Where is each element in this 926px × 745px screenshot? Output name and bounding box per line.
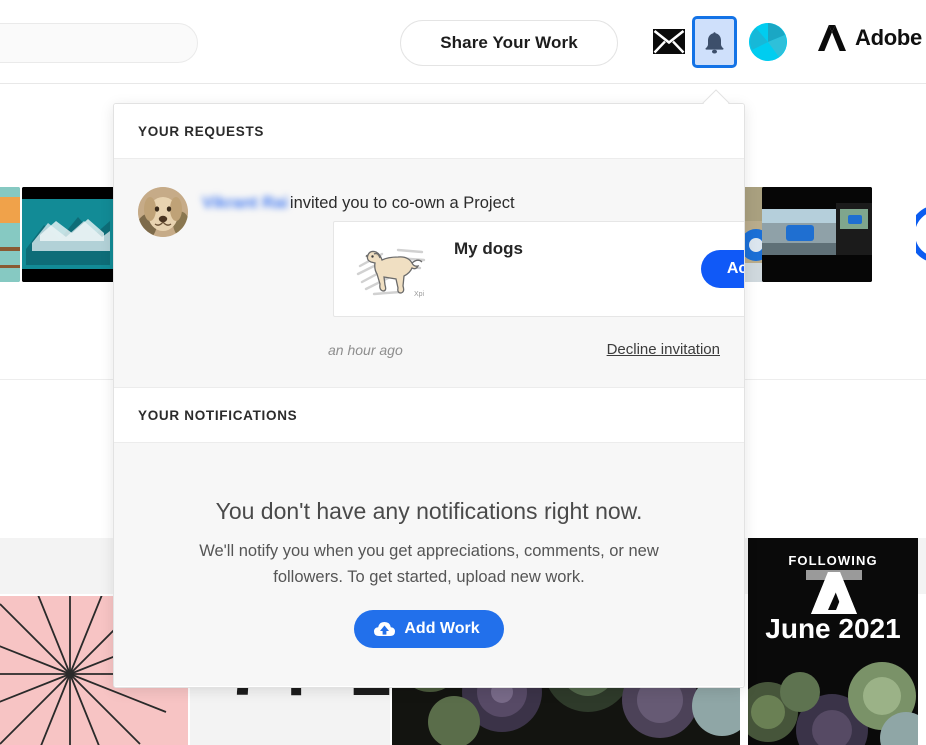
project-thumbnail[interactable] xyxy=(916,187,926,282)
dog-photo-avatar-icon xyxy=(138,187,188,237)
thumbnail-art xyxy=(22,187,114,282)
avatar[interactable] xyxy=(749,23,787,61)
adobe-wordmark: Adobe xyxy=(855,25,922,50)
cloud-upload-icon xyxy=(374,622,396,636)
requests-section-body: Vikrant Rai invited you to co-own a Proje… xyxy=(114,159,744,388)
search-box[interactable] xyxy=(0,23,198,63)
notifications-section-header: YOUR NOTIFICATIONS xyxy=(114,388,744,443)
notifications-panel: YOUR REQUESTS Vikrant Rai invited you to… xyxy=(113,103,745,688)
project-invite-card[interactable]: Xpi My dogs Accept xyxy=(333,221,744,317)
requests-section-header: YOUR REQUESTS xyxy=(114,104,744,159)
avatar-art xyxy=(749,23,787,61)
add-work-button[interactable]: Add Work xyxy=(354,610,504,648)
request-timestamp: an hour ago xyxy=(328,341,403,358)
adobe-brand[interactable]: Adobe xyxy=(818,25,922,51)
adobe-a-logo-icon xyxy=(818,25,846,51)
bell-icon xyxy=(705,31,724,53)
notifications-empty-state: You don't have any notifications right n… xyxy=(114,443,744,686)
thumbnail-art xyxy=(916,187,926,282)
project-thumbnail[interactable] xyxy=(22,187,114,282)
project-thumbnail[interactable] xyxy=(762,187,872,282)
request-footer: an hour ago Decline invitation xyxy=(138,341,720,358)
project-thumbnail[interactable] xyxy=(0,187,20,282)
request-message: Vikrant Rai invited you to co-own a Proje… xyxy=(202,187,515,215)
thumbnail-art xyxy=(0,187,20,282)
notifications-bell-button[interactable] xyxy=(692,16,737,68)
search-input[interactable] xyxy=(0,24,197,62)
share-your-work-button[interactable]: Share Your Work xyxy=(400,20,618,66)
add-work-label: Add Work xyxy=(404,620,480,637)
empty-state-subtitle: We'll notify you when you get appreciati… xyxy=(199,542,659,586)
empty-state-title: You don't have any notifications right n… xyxy=(215,498,643,524)
project-thumbnail: Xpi xyxy=(352,236,438,302)
panel-pointer-arrow xyxy=(702,89,730,104)
top-header-bar: Share Your Work Adobe xyxy=(0,0,926,84)
svg-text:Xpi: Xpi xyxy=(414,291,425,298)
envelope-icon[interactable] xyxy=(653,29,685,54)
request-avatar[interactable] xyxy=(138,187,188,237)
request-message-text: invited you to co-own a Project xyxy=(289,194,515,212)
dog-sketch-thumbnail-icon: Xpi xyxy=(352,236,438,302)
app-root: 74=11 F xyxy=(0,0,926,745)
request-user-name[interactable]: Vikrant Rai xyxy=(202,191,288,215)
decline-invitation-link[interactable]: Decline invitation xyxy=(607,341,720,358)
project-title: My dogs xyxy=(454,239,523,258)
accept-invitation-button[interactable]: Accept xyxy=(701,250,744,288)
thumbnail-art xyxy=(762,187,872,282)
